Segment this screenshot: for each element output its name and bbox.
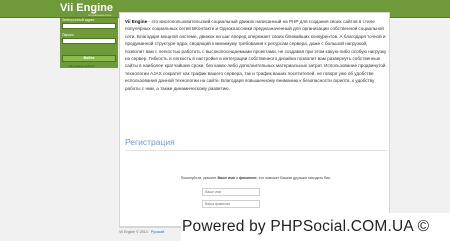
password-label: Пароль [62,33,75,37]
hint-post: , это поможет Вашим друзьям находить Вас… [256,176,332,180]
password-field[interactable] [62,38,116,44]
language-link[interactable]: Русский [151,230,164,234]
login-button[interactable]: Войти [62,55,116,62]
forgot-password-link[interactable]: Не можете войти? [69,64,94,68]
copyright-text: Vii Engine © 2014 [119,230,148,234]
intro-description: - это многопользовательский социальный д… [125,19,387,91]
hint-surname: фамилию [239,176,257,180]
email-label: Электронный адрес [62,18,95,22]
powered-by-watermark: Powered by PHPSocial.COM.UA © [181,213,450,241]
registration-title: Регистрация [125,137,175,147]
first-name-input[interactable] [202,188,260,196]
email-field[interactable] [62,23,116,29]
intro-text: Vii Engine - это многопользовательский с… [125,18,387,92]
hint-name: Ваше имя [217,176,235,180]
intro-brand: Vii Engine [125,19,148,24]
footer-copyright: Vii Engine © 2014 Русский [119,230,164,234]
last-name-input[interactable] [202,200,260,208]
login-panel: Электронный адрес Пароль Войти Не можете… [60,18,118,68]
registration-divider [125,150,387,151]
hint-pre: Пожалуйста, укажите [180,176,218,180]
logo-subtitle: социальная сеть [88,13,112,17]
main-content: Vii Engine - это многопользовательский с… [119,12,390,227]
registration-hint: Пожалуйста, укажите Ваше имя и фамилию, … [125,176,387,180]
